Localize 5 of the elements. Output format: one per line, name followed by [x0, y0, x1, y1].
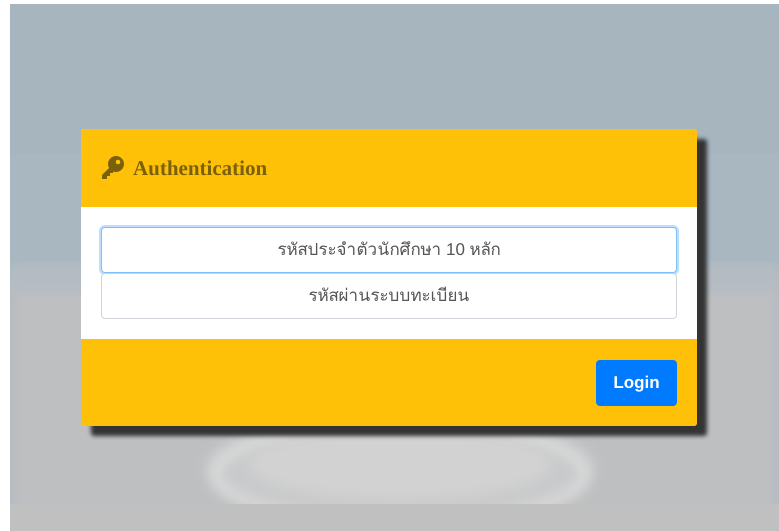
student-id-field[interactable]: รหัสประจำตัวนักศึกษา 10 หลัก	[101, 227, 677, 273]
password-field[interactable]: รหัสผ่านระบบทะเบียน	[101, 273, 677, 319]
dialog-title: Authentication	[133, 156, 268, 180]
login-button[interactable]: Login	[596, 360, 677, 406]
key-icon	[99, 155, 125, 181]
